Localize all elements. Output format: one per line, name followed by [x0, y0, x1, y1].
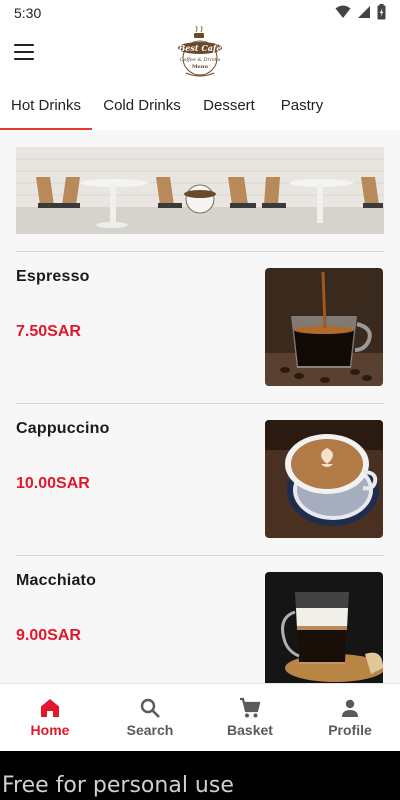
nav-label: Profile — [328, 722, 372, 738]
tab-dessert[interactable]: Dessert — [192, 82, 266, 130]
menu-item-macchiato[interactable]: Macchiato 9.00SAR — [0, 572, 400, 683]
nav-label: Home — [30, 722, 70, 738]
nav-label: Search — [126, 722, 174, 738]
status-time: 5:30 — [14, 5, 42, 21]
item-price: 9.00SAR — [16, 627, 81, 644]
wifi-icon — [335, 5, 351, 18]
bottom-navigation: Home Search Basket Profile — [0, 683, 400, 751]
item-name: Cappuccino — [16, 420, 110, 437]
nav-profile[interactable]: Profile — [300, 684, 400, 752]
svg-text:Coffee & Drinks: Coffee & Drinks — [180, 57, 221, 63]
espresso-image — [265, 268, 383, 386]
item-name: Macchiato — [16, 572, 97, 589]
status-bar: 5:30 — [0, 0, 400, 26]
svg-text:Best Cafe: Best Cafe — [178, 43, 222, 53]
watermark-bar: Free for personal use — [0, 751, 400, 800]
svg-text:Menu: Menu — [192, 64, 208, 70]
list-divider — [16, 403, 384, 404]
nav-basket[interactable]: Basket — [200, 684, 300, 752]
nav-label: Basket — [227, 722, 273, 738]
tab-hot-drinks[interactable]: Hot Drinks — [0, 82, 92, 130]
battery-icon — [377, 4, 386, 20]
search-icon — [140, 698, 160, 718]
macchiato-image — [265, 572, 383, 683]
item-price: 10.00SAR — [16, 475, 90, 492]
signal-icon — [358, 6, 370, 18]
tab-pastry[interactable]: Pastry — [268, 82, 336, 130]
menu-item-cappuccino[interactable]: Cappuccino 10.00SAR — [0, 420, 400, 572]
menu-icon[interactable] — [14, 44, 34, 60]
nav-home[interactable]: Home — [0, 684, 100, 752]
list-divider — [16, 555, 384, 556]
watermark-text: Free for personal use — [2, 773, 234, 798]
list-divider — [16, 251, 384, 252]
person-icon — [342, 699, 358, 717]
menu-item-espresso[interactable]: Espresso 7.50SAR — [0, 268, 400, 420]
nav-search[interactable]: Search — [100, 684, 200, 752]
app-bar: Best Cafe Coffee & Drinks Menu — [0, 26, 400, 82]
cappuccino-image — [265, 420, 383, 538]
tab-cold-drinks[interactable]: Cold Drinks — [96, 82, 188, 130]
cafe-banner-image — [16, 147, 384, 234]
category-tabs: Hot Drinks Cold Drinks Dessert Pastry — [0, 82, 400, 130]
home-icon — [41, 699, 59, 717]
menu-list[interactable]: Espresso 7.50SAR Cappuccino 10.00SAR Mac… — [0, 130, 400, 683]
item-price: 7.50SAR — [16, 323, 81, 340]
item-name: Espresso — [16, 268, 90, 285]
cart-icon — [240, 697, 261, 718]
cafe-logo: Best Cafe Coffee & Drinks Menu — [178, 26, 222, 77]
status-icons — [335, 4, 386, 20]
